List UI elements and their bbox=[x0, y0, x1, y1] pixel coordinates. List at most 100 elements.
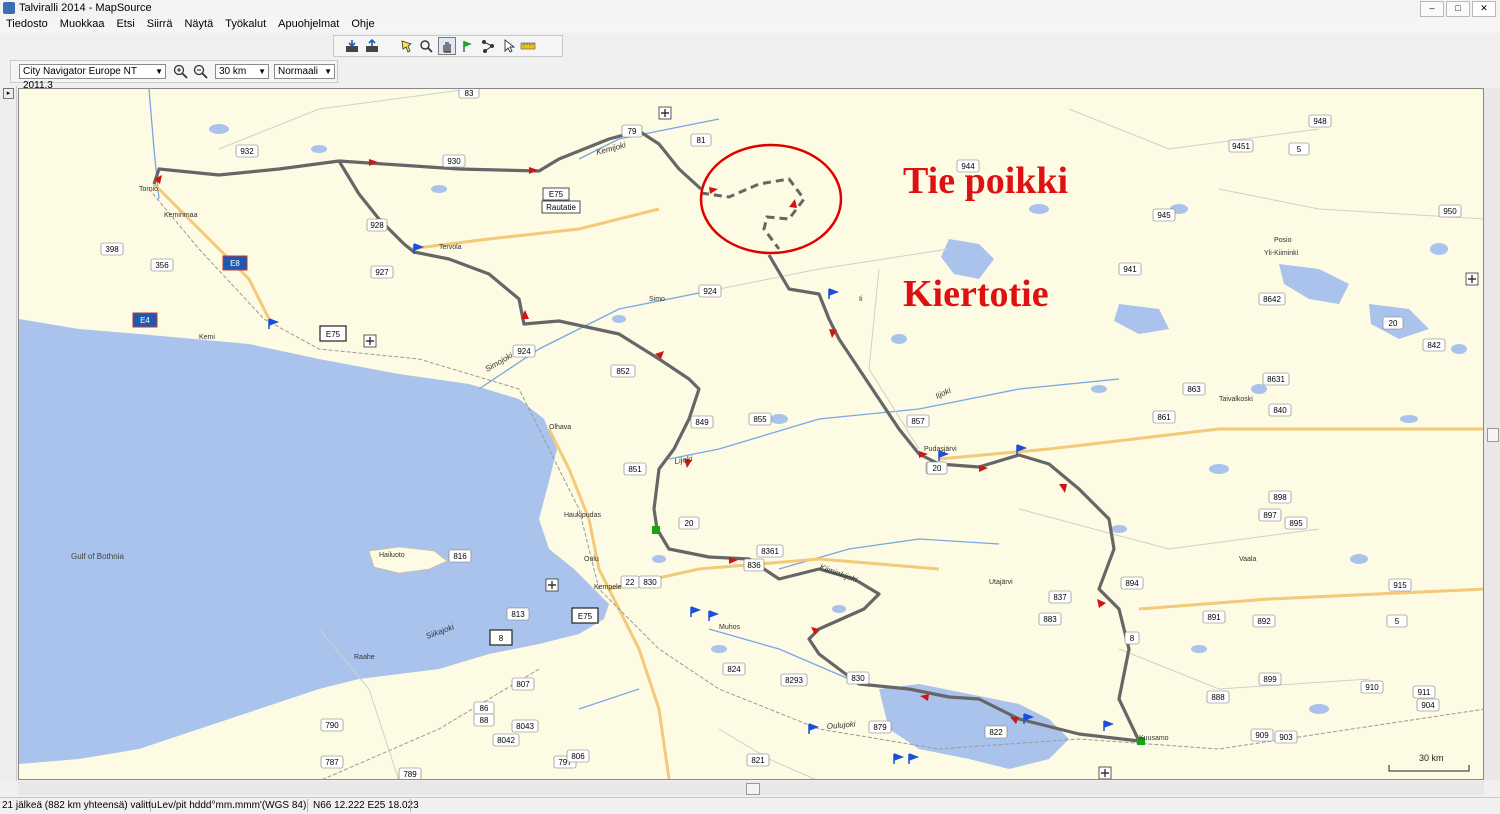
place-label: Utajärvi bbox=[989, 579, 1013, 586]
menu-apuohjelmat[interactable]: Apuohjelmat bbox=[272, 17, 345, 33]
svg-text:8: 8 bbox=[499, 634, 504, 643]
road-shield: 20 bbox=[926, 461, 948, 475]
svg-text:915: 915 bbox=[1393, 581, 1407, 590]
road-shield: 892 bbox=[1252, 614, 1276, 628]
zoom-tool-icon[interactable] bbox=[418, 38, 434, 54]
waypoint-flag-tool-icon[interactable] bbox=[460, 38, 476, 54]
svg-text:904: 904 bbox=[1421, 701, 1435, 710]
svg-text:20: 20 bbox=[685, 519, 694, 528]
close-button[interactable]: ✕ bbox=[1472, 1, 1496, 17]
road-shield: 930 bbox=[442, 154, 466, 168]
minimize-button[interactable]: – bbox=[1420, 1, 1444, 17]
svg-text:888: 888 bbox=[1211, 693, 1225, 702]
sea-label: Gulf of Bothnia bbox=[71, 552, 124, 561]
road-shield: 5 bbox=[1386, 614, 1408, 628]
hand-pan-tool-icon[interactable] bbox=[438, 37, 456, 55]
road-shield: 398 bbox=[100, 242, 124, 256]
svg-text:903: 903 bbox=[1279, 733, 1293, 742]
svg-text:883: 883 bbox=[1043, 615, 1057, 624]
send-to-device-icon[interactable] bbox=[364, 38, 380, 54]
road-shield: 83 bbox=[458, 89, 480, 99]
road-shield: 8631 bbox=[1262, 372, 1290, 386]
svg-text:879: 879 bbox=[873, 723, 887, 732]
svg-text:897: 897 bbox=[1263, 511, 1277, 520]
river-label: Iijoki bbox=[934, 386, 953, 401]
road-shield: 861 bbox=[1152, 410, 1176, 424]
road-shield: E75 bbox=[571, 607, 599, 624]
place-label: Ii bbox=[859, 296, 863, 303]
menu-bar: Tiedosto Muokkaa Etsi Siirrä Näytä Työka… bbox=[0, 17, 1500, 33]
status-divider bbox=[150, 799, 151, 812]
menu-siirra[interactable]: Siirrä bbox=[141, 17, 179, 33]
expand-panel-button[interactable]: ▸ bbox=[3, 88, 14, 99]
horizontal-scroll-thumb[interactable] bbox=[746, 783, 760, 795]
detail-level-select[interactable]: Normaali ▼ bbox=[274, 64, 335, 79]
svg-text:836: 836 bbox=[747, 561, 761, 570]
svg-text:22: 22 bbox=[626, 578, 635, 587]
svg-text:E75: E75 bbox=[578, 612, 593, 621]
road-shield: 5 bbox=[1288, 142, 1310, 156]
svg-text:20: 20 bbox=[1389, 319, 1398, 328]
receive-from-device-icon[interactable] bbox=[344, 38, 360, 54]
road-shield: 787 bbox=[320, 755, 344, 769]
svg-text:928: 928 bbox=[370, 221, 384, 230]
place-label: Yli-Kiiminki bbox=[1264, 250, 1299, 257]
svg-text:8631: 8631 bbox=[1267, 375, 1285, 384]
road-shield: 8 bbox=[489, 629, 513, 646]
menu-tiedosto[interactable]: Tiedosto bbox=[0, 17, 54, 33]
road-shield: 837 bbox=[1048, 590, 1072, 604]
product-select[interactable]: City Navigator Europe NT 2011.3 ▼ bbox=[19, 64, 166, 91]
zoom-out-icon[interactable] bbox=[193, 64, 208, 82]
road-shield: 945 bbox=[1152, 208, 1176, 222]
svg-text:5: 5 bbox=[1297, 145, 1302, 154]
svg-text:83: 83 bbox=[465, 89, 474, 98]
svg-text:816: 816 bbox=[453, 552, 467, 561]
svg-text:898: 898 bbox=[1273, 493, 1287, 502]
zoom-level-select[interactable]: 30 km ▼ bbox=[215, 64, 269, 79]
menu-nayta[interactable]: Näytä bbox=[178, 17, 219, 33]
place-label: Hailuoto bbox=[379, 552, 405, 559]
lake-oulujarvi bbox=[879, 684, 1069, 769]
pointer-tool-icon[interactable] bbox=[500, 38, 516, 54]
svg-text:398: 398 bbox=[105, 245, 119, 254]
horizontal-scrollbar[interactable] bbox=[18, 781, 1484, 795]
road-shield: 830 bbox=[638, 575, 662, 589]
measure-ruler-tool-icon[interactable] bbox=[520, 38, 536, 54]
svg-text:950: 950 bbox=[1443, 207, 1457, 216]
road-shield: E8 bbox=[222, 255, 248, 271]
place-label: Pudasjärvi bbox=[924, 446, 957, 453]
place-label: Kempele bbox=[594, 584, 622, 591]
map-view[interactable]: Tornio Kemi Tervola Simo Ii Olhava Oulu … bbox=[18, 88, 1484, 780]
menu-tyokalut[interactable]: Työkalut bbox=[219, 17, 272, 33]
svg-text:857: 857 bbox=[911, 417, 925, 426]
svg-text:8043: 8043 bbox=[516, 722, 534, 731]
svg-text:945: 945 bbox=[1157, 211, 1171, 220]
road-shield: 86 bbox=[473, 701, 495, 715]
vertical-scroll-thumb[interactable] bbox=[1487, 428, 1499, 442]
svg-text:356: 356 bbox=[155, 261, 169, 270]
road-shield: 883 bbox=[1038, 612, 1062, 626]
road-shield: 915 bbox=[1388, 578, 1412, 592]
svg-text:E75: E75 bbox=[326, 330, 341, 339]
select-tool-icon[interactable] bbox=[398, 38, 414, 54]
road-shield: Rautatie bbox=[541, 200, 581, 214]
route-tool-icon[interactable] bbox=[480, 38, 496, 54]
road-shield: 903 bbox=[1274, 730, 1298, 744]
vertical-scrollbar[interactable] bbox=[1484, 88, 1500, 780]
road-shield: 842 bbox=[1422, 338, 1446, 352]
menu-ohje[interactable]: Ohje bbox=[345, 17, 380, 33]
road-shield: 8642 bbox=[1258, 292, 1286, 306]
svg-text:855: 855 bbox=[753, 415, 767, 424]
status-selection: 21 jälkeä (882 km yhteensä) valittu bbox=[2, 800, 157, 811]
menu-etsi[interactable]: Etsi bbox=[110, 17, 140, 33]
place-label: Vaala bbox=[1239, 556, 1256, 563]
menu-muokkaa[interactable]: Muokkaa bbox=[54, 17, 111, 33]
lake-iijarvi bbox=[1114, 304, 1169, 334]
svg-text:894: 894 bbox=[1125, 579, 1139, 588]
zoom-in-icon[interactable] bbox=[173, 64, 188, 82]
svg-text:830: 830 bbox=[643, 578, 657, 587]
road-shield: 807 bbox=[511, 677, 535, 691]
road-shield: 910 bbox=[1360, 680, 1384, 694]
road-shield: 879 bbox=[868, 720, 892, 734]
maximize-button[interactable]: □ bbox=[1446, 1, 1470, 17]
